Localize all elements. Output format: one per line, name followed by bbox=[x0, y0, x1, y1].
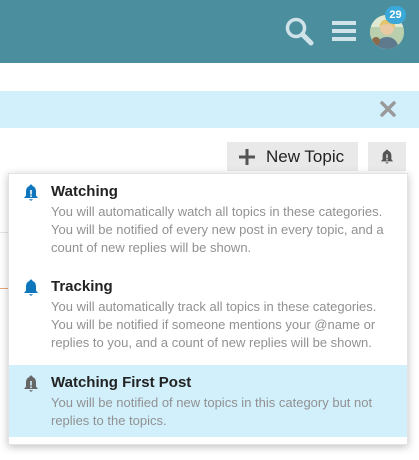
plus-icon bbox=[239, 148, 255, 165]
option-watching[interactable]: Watching You will automatically watch al… bbox=[9, 174, 407, 269]
info-banner bbox=[0, 91, 419, 128]
option-title: Watching bbox=[51, 183, 118, 200]
new-topic-label: New Topic bbox=[266, 146, 345, 166]
hamburger-menu-icon[interactable] bbox=[328, 15, 360, 47]
new-topic-button[interactable]: New Topic bbox=[227, 142, 358, 171]
notification-level-dropdown: Watching You will automatically watch al… bbox=[8, 173, 408, 445]
search-icon[interactable] bbox=[283, 15, 315, 47]
option-description: You will automatically track all topics … bbox=[51, 299, 377, 350]
option-tracking[interactable]: Tracking You will automatically track al… bbox=[9, 269, 407, 365]
bell-icon bbox=[24, 375, 38, 392]
notifications-level-button[interactable] bbox=[368, 142, 406, 171]
option-description: You will automatically watch all topics … bbox=[51, 204, 384, 255]
option-title: Watching First Post bbox=[51, 374, 192, 391]
bell-icon bbox=[380, 149, 394, 164]
notification-count-badge[interactable]: 29 bbox=[385, 6, 406, 24]
option-watching-first-post[interactable]: Watching First Post You will be notified… bbox=[9, 365, 407, 437]
option-title: Tracking bbox=[51, 278, 113, 295]
bell-icon bbox=[24, 184, 38, 201]
option-description: You will be notified of new topics in th… bbox=[51, 395, 373, 428]
bell-icon bbox=[24, 279, 38, 296]
close-icon[interactable] bbox=[379, 100, 397, 118]
